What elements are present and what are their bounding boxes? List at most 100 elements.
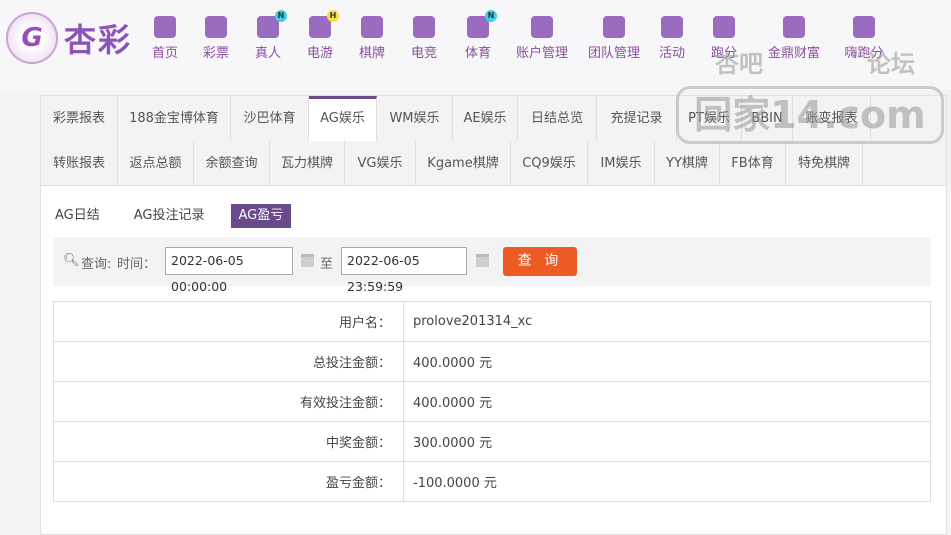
sub-tab[interactable]: AG盈亏 bbox=[230, 204, 292, 228]
table-row: 盈亏金额： -100.0000 元 bbox=[53, 461, 931, 502]
nav-item[interactable]: N 体育 bbox=[450, 10, 506, 61]
row-label: 盈亏金额： bbox=[53, 461, 404, 502]
nav-item[interactable]: 金鼎财富 bbox=[754, 16, 834, 61]
row-label: 中奖金额： bbox=[53, 421, 404, 462]
sub-tab[interactable]: AG投注记录 bbox=[126, 204, 213, 228]
treasure-icon bbox=[783, 16, 805, 38]
nav-item[interactable]: N 真人 bbox=[242, 10, 294, 61]
query-label: 查询: bbox=[81, 257, 112, 272]
nav-label: 活动 bbox=[658, 46, 685, 61]
search-icon: 🔍︎ bbox=[63, 253, 80, 268]
tab-row-2: 转账报表 返点总额 余额查询 瓦力棋牌 VG娱乐 Kgame棋牌 CQ9娱乐 IM娱乐 YY棋牌… bbox=[41, 141, 946, 186]
table-row: 总投注金额： 400.0000 元 bbox=[53, 341, 931, 382]
row-value: 400.0000 元 bbox=[403, 381, 931, 422]
row-label: 用户名： bbox=[53, 301, 404, 342]
nav-item[interactable]: 电竞 bbox=[398, 16, 450, 61]
nav-label: 体育 bbox=[464, 46, 491, 61]
header: G 杏彩 首页 彩票 N 真人 H 电游 棋牌 电竞 N 体育 账户管理 团队管理 活动 跑分 金鼎财富 嗨跑… bbox=[0, 0, 951, 90]
tab[interactable]: 充提记录 bbox=[597, 96, 677, 141]
badge: N bbox=[275, 10, 287, 22]
gamepad-icon: H bbox=[309, 10, 339, 38]
nav-label: 首页 bbox=[151, 46, 178, 61]
tab[interactable]: BBIN bbox=[742, 96, 793, 141]
nav-item[interactable]: 棋牌 bbox=[346, 16, 398, 61]
row-label: 有效投注金额： bbox=[53, 381, 404, 422]
tab[interactable]: CQ9娱乐 bbox=[511, 141, 588, 186]
live-dealer-icon: N bbox=[257, 10, 287, 38]
ticket-icon bbox=[205, 16, 227, 38]
logo-text: 杏彩 bbox=[64, 21, 133, 59]
end-time-input[interactable]: 2022-06-05 23:59:59 bbox=[341, 247, 467, 294]
tab[interactable]: 彩票报表 bbox=[41, 96, 118, 141]
home-icon bbox=[154, 16, 176, 38]
tab[interactable]: 瓦力棋牌 bbox=[270, 141, 345, 186]
tab-row-1: 彩票报表 188金宝博体育 沙巴体育 AG娱乐 WM娱乐 AE娱乐 日结总览 充提记录 PT娱乐… bbox=[41, 96, 946, 141]
report-panel: 彩票报表 188金宝博体育 沙巴体育 AG娱乐 WM娱乐 AE娱乐 日结总览 充提记录 PT娱乐… bbox=[40, 95, 947, 535]
nav-item[interactable]: 账户管理 bbox=[506, 16, 578, 61]
tab[interactable]: 日结总览 bbox=[518, 96, 597, 141]
calendar-icon[interactable] bbox=[476, 254, 489, 267]
gift-icon bbox=[661, 16, 683, 38]
cards-icon bbox=[361, 16, 383, 38]
tab[interactable]: AE娱乐 bbox=[453, 96, 518, 141]
nav-item[interactable]: 跑分 bbox=[694, 16, 754, 61]
badge: N bbox=[485, 10, 497, 22]
row-value: 300.0000 元 bbox=[403, 421, 931, 462]
gamepad-icon bbox=[413, 16, 435, 38]
tab[interactable]: 沙巴体育 bbox=[231, 96, 309, 141]
yen-coin-icon bbox=[531, 16, 553, 38]
nav-label: 金鼎财富 bbox=[767, 46, 820, 61]
start-time-input[interactable]: 2022-06-05 00:00:00 bbox=[165, 247, 293, 294]
car-icon bbox=[713, 16, 735, 38]
nav-label: 团队管理 bbox=[587, 46, 640, 61]
main-nav: 首页 彩票 N 真人 H 电游 棋牌 电竞 N 体育 账户管理 团队管理 活动 跑分 金鼎财富 嗨跑分 bbox=[140, 10, 894, 61]
nav-item[interactable]: 彩票 bbox=[190, 16, 242, 61]
row-value: 400.0000 元 bbox=[403, 341, 931, 382]
nav-item[interactable]: 活动 bbox=[650, 16, 694, 61]
table-row: 有效投注金额： 400.0000 元 bbox=[53, 381, 931, 422]
tab[interactable]: Kgame棋牌 bbox=[416, 141, 511, 186]
nav-item[interactable]: 团队管理 bbox=[578, 16, 650, 61]
tab[interactable]: 返点总额 bbox=[118, 141, 194, 186]
row-label: 总投注金额： bbox=[53, 341, 404, 382]
tab[interactable]: 余额查询 bbox=[194, 141, 270, 186]
logo-mark: G bbox=[6, 12, 58, 64]
row-value: -100.0000 元 bbox=[403, 461, 931, 502]
summary-table: 用户名： prolove201314_xc 总投注金额： 400.0000 元有效投注… bbox=[53, 301, 931, 502]
nav-item[interactable]: 首页 bbox=[140, 16, 190, 61]
tab[interactable]: 账变报表 bbox=[793, 96, 871, 141]
to-label: 至 bbox=[320, 257, 334, 272]
query-button[interactable]: 查 询 bbox=[503, 247, 577, 276]
nav-label: 棋牌 bbox=[358, 46, 385, 61]
badge: H bbox=[327, 10, 339, 22]
trophy-icon: N bbox=[467, 10, 497, 38]
tab[interactable]: 188金宝博体育 bbox=[118, 96, 231, 141]
logo[interactable]: G 杏彩 bbox=[6, 12, 132, 64]
nav-label: 电竞 bbox=[410, 46, 437, 61]
time-label: 时间： bbox=[117, 257, 157, 272]
sub-tabs: AG日结 AG投注记录 AG盈亏 bbox=[53, 204, 309, 228]
nav-label: 账户管理 bbox=[515, 46, 568, 61]
nav-label: 电游 bbox=[306, 46, 333, 61]
nav-item[interactable]: H 电游 bbox=[294, 10, 346, 61]
tab[interactable]: PT娱乐 bbox=[677, 96, 742, 141]
row-value: prolove201314_xc bbox=[403, 301, 931, 342]
calendar-icon[interactable] bbox=[301, 254, 314, 267]
sub-tab[interactable]: AG日结 bbox=[53, 204, 108, 228]
nav-label: 跑分 bbox=[710, 46, 737, 61]
tab[interactable]: VG娱乐 bbox=[345, 141, 416, 186]
search-bar: 🔍︎ 查询: 时间： 2022-06-05 00:00:00 至 2022-06… bbox=[53, 237, 931, 294]
table-row: 用户名： prolove201314_xc bbox=[53, 301, 931, 342]
tab[interactable]: IM娱乐 bbox=[588, 141, 655, 186]
tab[interactable]: FB体育 bbox=[720, 141, 786, 186]
nav-label: 嗨跑分 bbox=[844, 46, 884, 61]
tab[interactable]: AG娱乐 bbox=[309, 96, 377, 141]
tab[interactable]: 特免棋牌 bbox=[786, 141, 863, 186]
nav-label: 真人 bbox=[254, 46, 281, 61]
tab[interactable]: YY棋牌 bbox=[655, 141, 720, 186]
nav-item[interactable]: 嗨跑分 bbox=[834, 16, 894, 61]
nav-label: 彩票 bbox=[202, 46, 229, 61]
tab[interactable]: 转账报表 bbox=[41, 141, 118, 186]
team-icon bbox=[603, 16, 625, 38]
tab[interactable]: WM娱乐 bbox=[377, 96, 453, 141]
